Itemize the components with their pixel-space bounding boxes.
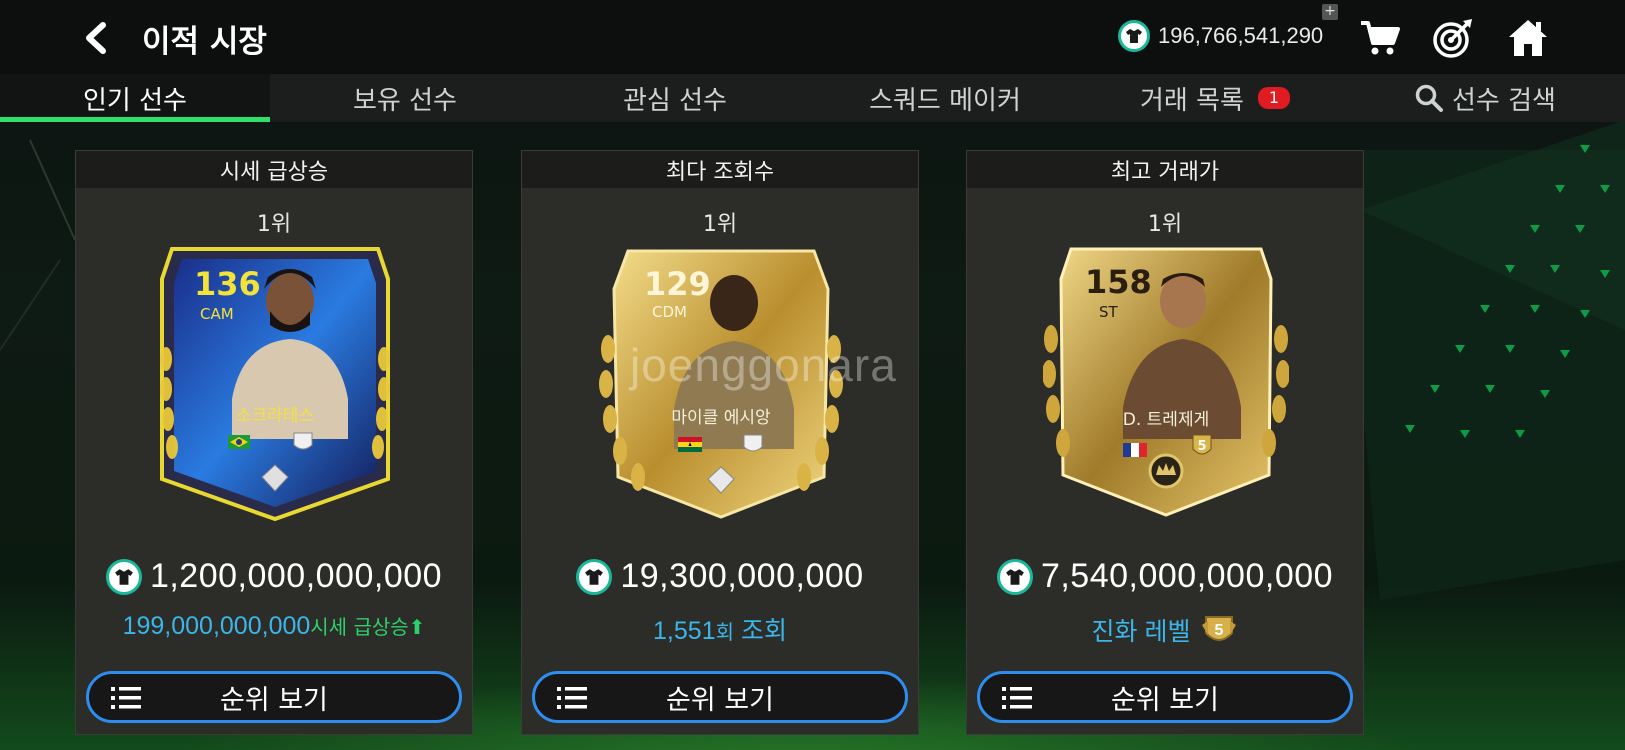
cart-icon xyxy=(1361,21,1400,55)
panel-price-surge: 시세 급상승 1위 136 CAM 소크라테스 1,200,000,000,00… xyxy=(75,150,473,735)
tab-owned-players[interactable]: 보유 선수 xyxy=(270,74,540,122)
panel-heading: 시세 급상승 xyxy=(76,151,472,188)
search-icon xyxy=(1415,84,1444,112)
player-price: 19,300,000,000 xyxy=(620,557,864,595)
button-label: 순위 보기 xyxy=(220,684,328,716)
button-label: 순위 보기 xyxy=(1111,684,1219,716)
target-icon xyxy=(1433,19,1472,58)
list-icon xyxy=(557,687,587,709)
nation-flag-icon xyxy=(678,437,702,452)
evolution-level: 진화 레벨 5 xyxy=(967,611,1363,649)
cart-button[interactable] xyxy=(1357,15,1403,61)
price-row: 19,300,000,000 xyxy=(522,557,918,596)
page-title: 이적 시장 xyxy=(142,24,267,60)
card-rating: 136 xyxy=(194,265,261,303)
price-change-label: 시세 급상승 xyxy=(310,615,409,639)
tab-label: 관심 선수 xyxy=(623,85,727,116)
currency-display: 196,766,541,290 xyxy=(1118,20,1323,52)
view-count-unit: 회 xyxy=(715,622,734,644)
tab-label: 스쿼드 메이커 xyxy=(869,85,1021,116)
evolution-level-number: 5 xyxy=(1215,622,1224,639)
rank-label: 1위 xyxy=(256,212,292,237)
card-rating: 158 xyxy=(1085,263,1152,301)
rank-label: 1위 xyxy=(1147,212,1183,237)
list-icon xyxy=(1002,687,1032,709)
view-ranking-button[interactable]: 순위 보기 xyxy=(977,671,1353,723)
panel-most-viewed: 최다 조회수 1위 129 CDM 마이클 에시앙 19,300,000,000… xyxy=(521,150,919,735)
player-price: 1,200,000,000,000 xyxy=(149,557,443,595)
view-count-label: 조회 xyxy=(740,617,787,645)
view-ranking-button[interactable]: 순위 보기 xyxy=(86,671,462,723)
target-button[interactable] xyxy=(1430,15,1476,61)
card-position: CAM xyxy=(200,305,234,323)
coin-icon xyxy=(996,558,1033,595)
card-position: ST xyxy=(1099,303,1119,321)
tab-watchlist[interactable]: 관심 선수 xyxy=(540,74,810,122)
add-currency-button[interactable]: + xyxy=(1322,4,1338,20)
back-button[interactable] xyxy=(76,18,116,58)
price-row: 7,540,000,000,000 xyxy=(967,557,1363,596)
card-rating: 129 xyxy=(644,265,711,303)
card-position: CDM xyxy=(652,303,687,321)
tab-label: 거래 목록 xyxy=(1140,85,1244,116)
panel-heading: 최다 조회수 xyxy=(522,151,918,188)
view-count-value: 1,551 xyxy=(653,617,716,645)
evolution-level-label: 진화 레벨 xyxy=(1091,618,1191,646)
watermark: joenggonara xyxy=(630,339,897,391)
rank-label: 1위 xyxy=(702,212,738,237)
nation-flag-icon xyxy=(228,435,250,449)
notification-badge: 1 xyxy=(1257,87,1290,109)
player-card[interactable]: 158 ST D. 트레제게 5 xyxy=(1043,239,1289,521)
button-label: 순위 보기 xyxy=(666,684,774,716)
coin-icon xyxy=(576,558,613,595)
tab-popular-players[interactable]: 인기 선수 xyxy=(0,74,270,122)
tab-trade-history[interactable]: 거래 목록 1 xyxy=(1080,74,1350,122)
tab-label: 보유 선수 xyxy=(353,85,457,116)
price-row: 1,200,000,000,000 xyxy=(76,557,472,596)
card-player-name: 소크라테스 xyxy=(236,406,314,426)
club-badge-icon xyxy=(743,434,763,452)
top-bar: 이적 시장 196,766,541,290 + xyxy=(0,0,1625,74)
card-player-name: D. 트레제게 xyxy=(1123,410,1209,430)
tab-player-search[interactable]: 선수 검색 xyxy=(1350,74,1620,122)
coin-icon xyxy=(1118,20,1150,52)
player-card[interactable]: 136 CAM 소크라테스 xyxy=(152,239,398,521)
coin-icon xyxy=(105,558,142,595)
level-shield-icon: 5 xyxy=(1202,616,1237,641)
card-player-name: 마이클 에시앙 xyxy=(671,408,771,428)
price-change: 199,000,000,000시세 급상승⬆ xyxy=(76,611,472,641)
tab-label: 인기 선수 xyxy=(83,85,187,116)
chevron-left-icon xyxy=(86,22,106,54)
tab-bar: 인기 선수 보유 선수 관심 선수 스쿼드 메이커 거래 목록 1 선수 검색 xyxy=(0,74,1625,122)
tab-squad-maker[interactable]: 스쿼드 메이커 xyxy=(810,74,1080,122)
home-button[interactable] xyxy=(1505,15,1551,61)
arrow-up-icon: ⬆ xyxy=(408,615,426,639)
home-icon xyxy=(1509,20,1547,56)
list-icon xyxy=(111,687,141,709)
price-change-value: 199,000,000,000 xyxy=(122,612,311,640)
panel-heading: 최고 거래가 xyxy=(967,151,1363,188)
club-badge-icon xyxy=(293,432,313,450)
view-ranking-button[interactable]: 순위 보기 xyxy=(532,671,908,723)
nation-flag-icon xyxy=(1123,443,1147,457)
currency-amount: 196,766,541,290 xyxy=(1158,23,1324,48)
panel-highest-price: 최고 거래가 1위 158 ST D. 트레제게 5 7,540,000,000… xyxy=(966,150,1364,735)
evolution-level-badge: 5 xyxy=(1192,434,1212,455)
player-price: 7,540,000,000,000 xyxy=(1040,557,1334,595)
view-count: 1,551회 조회 xyxy=(522,611,918,647)
card-level: 5 xyxy=(1197,439,1206,454)
tab-label: 선수 검색 xyxy=(1452,85,1556,116)
